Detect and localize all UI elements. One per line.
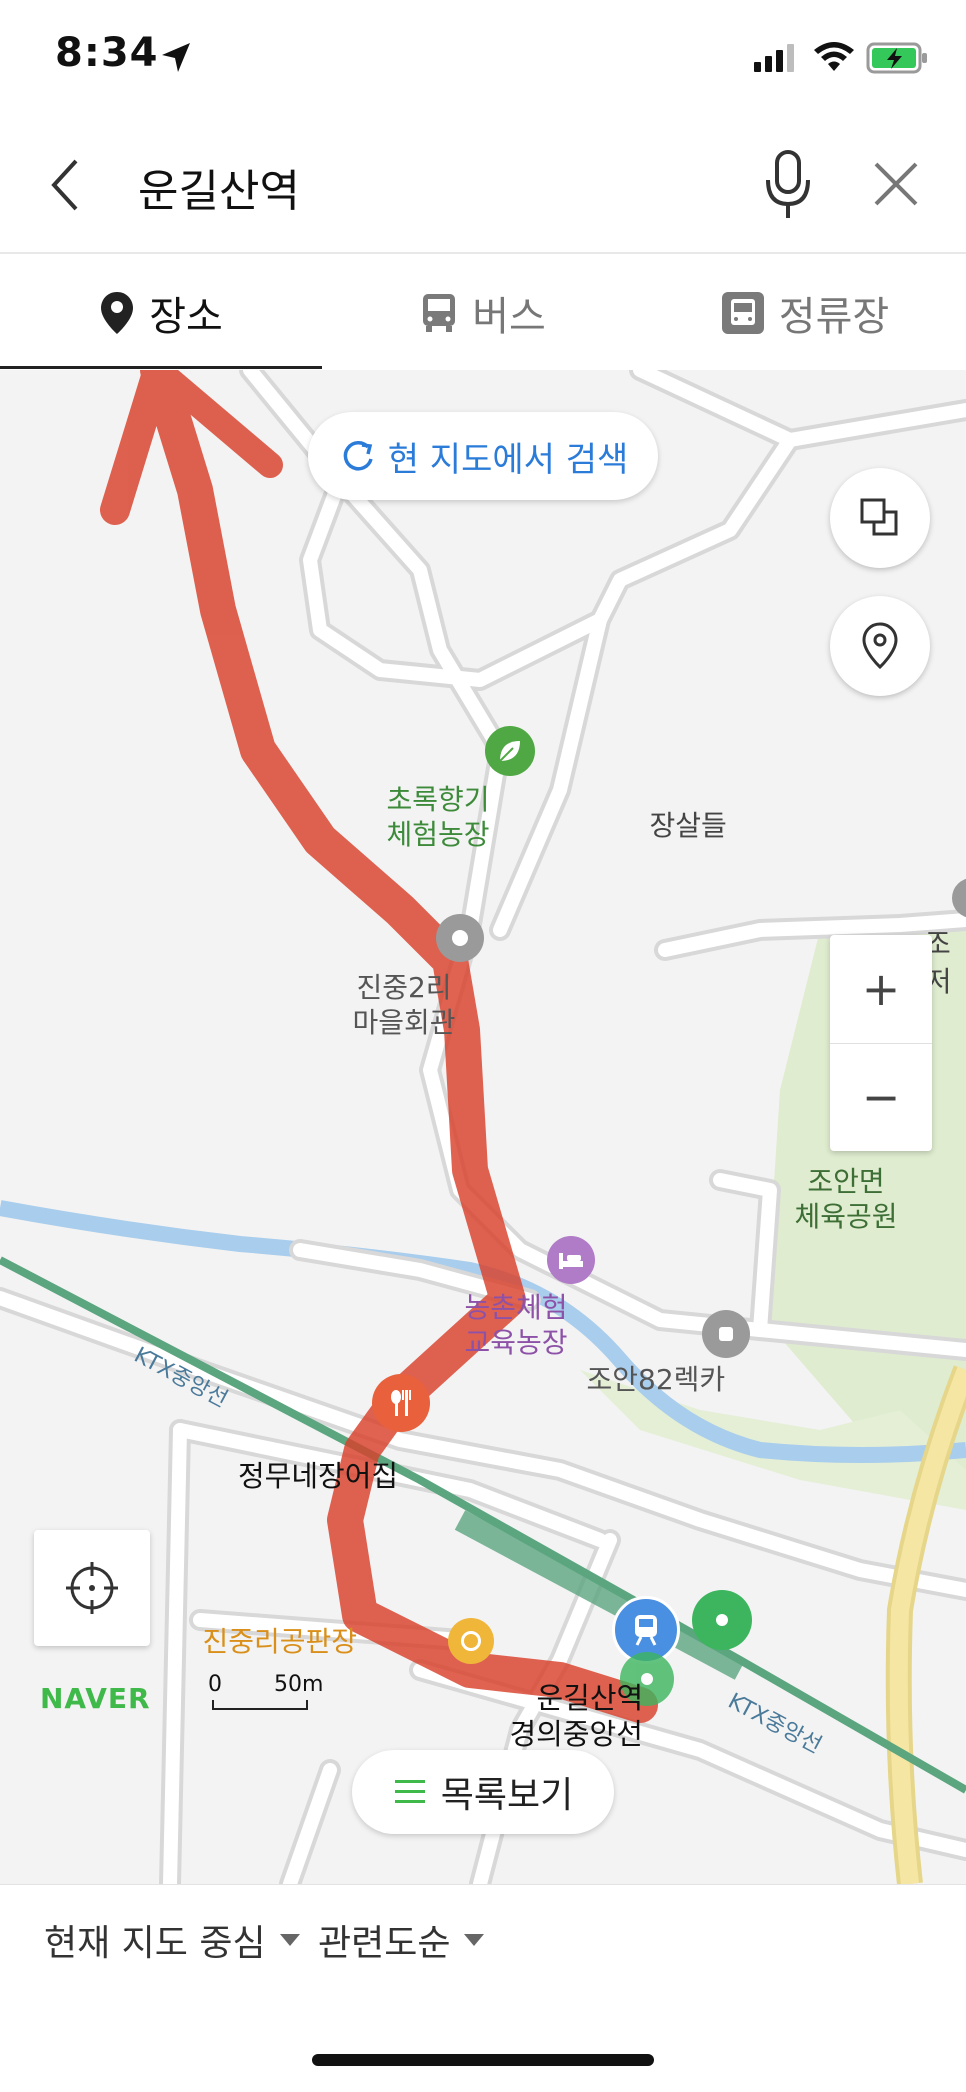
label-rural-farm: 농촌체험 교육농장	[464, 1291, 568, 1359]
search-query[interactable]: 운길산역	[138, 155, 300, 219]
scale-zero: 0	[208, 1672, 222, 1697]
sort-center-label: 현재 지도 중심	[44, 1923, 266, 1964]
microphone-icon[interactable]	[760, 148, 816, 224]
list-view-label: 목록보기	[440, 1775, 574, 1816]
label-line: 경의중앙선	[509, 1717, 643, 1751]
label-village-hall: 진중2리 마을회관	[352, 971, 456, 1039]
list-icon	[394, 1780, 425, 1803]
sort-relevance-dropdown[interactable]: 관련도순	[318, 1914, 486, 1966]
bus-stop-icon	[721, 292, 764, 334]
scale-length: 50m	[274, 1672, 324, 1697]
active-tab-indicator	[0, 366, 322, 369]
label-restaurant: 정무네장어집	[238, 1459, 399, 1493]
map-scale: 0 50m	[208, 1672, 323, 1712]
village-hall-icon[interactable]	[436, 914, 484, 962]
home-indicator[interactable]	[312, 2054, 654, 2066]
label-rentcar: 조안82렉카	[586, 1363, 726, 1396]
tab-bus[interactable]: 버스	[322, 254, 644, 372]
label-jangsaldeul: 장살들	[649, 809, 727, 842]
label-sports-park: 조안면 체육공원	[794, 1165, 898, 1233]
cellular-signal-icon	[754, 44, 794, 72]
search-current-map-label: 현 지도에서 검색	[387, 439, 629, 480]
search-current-map-button[interactable]: 현 지도에서 검색	[308, 412, 658, 500]
location-pin-icon	[862, 622, 898, 670]
map-view[interactable]: 현 지도에서 검색 초록향기 체험농장 장살들 진중2리 마을회관 조 조안면 …	[0, 370, 966, 1884]
label-station: 운길산역	[536, 1681, 644, 1715]
naver-logo: NAVER	[40, 1682, 151, 1715]
zoom-out-button[interactable]: −	[830, 1043, 932, 1151]
current-location-button[interactable]	[34, 1530, 150, 1646]
close-icon[interactable]	[870, 158, 922, 210]
back-arrow-icon[interactable]	[44, 155, 84, 215]
label-farm-experience: 초록향기 체험농장	[386, 783, 490, 851]
wifi-icon	[814, 42, 854, 71]
zoom-control: + −	[830, 935, 932, 1151]
caret-down-icon	[464, 1934, 485, 1946]
bus-icon	[423, 294, 456, 332]
tab-bus-stop[interactable]: 정류장	[644, 254, 966, 372]
battery-charging-icon	[866, 42, 927, 74]
tab-bus-label: 버스	[472, 294, 546, 340]
location-arrow-icon	[162, 43, 190, 72]
lodging-icon[interactable]	[547, 1236, 595, 1284]
caret-down-icon	[279, 1934, 300, 1946]
tab-bus-stop-label: 정류장	[778, 294, 890, 340]
restaurant-icon[interactable]	[372, 1374, 430, 1432]
market-icon[interactable]	[448, 1618, 494, 1664]
station-exit-icon[interactable]	[692, 1590, 752, 1650]
leaf-icon[interactable]	[485, 726, 535, 776]
layers-icon	[860, 498, 898, 536]
rentcar-icon[interactable]	[702, 1310, 750, 1358]
label-factory: 진중리공판장	[202, 1625, 358, 1658]
status-bar: 8:34	[0, 0, 966, 120]
status-time: 8:34	[55, 30, 159, 76]
map-pin-icon	[101, 292, 134, 334]
my-places-button[interactable]	[830, 596, 930, 696]
refresh-icon	[343, 441, 373, 471]
list-view-button[interactable]: 목록보기	[352, 1750, 614, 1834]
zoom-in-button[interactable]: +	[830, 935, 932, 1044]
sort-relevance-label: 관련도순	[318, 1923, 451, 1964]
tab-place-label: 장소	[149, 294, 223, 340]
category-tabs: 장소 버스 정류장	[0, 252, 966, 374]
sort-center-dropdown[interactable]: 현재 지도 중심	[44, 1914, 302, 1966]
tab-place[interactable]: 장소	[0, 254, 322, 372]
scale-line	[212, 1700, 308, 1710]
map-layers-button[interactable]	[830, 468, 930, 568]
crosshair-icon	[66, 1562, 118, 1614]
